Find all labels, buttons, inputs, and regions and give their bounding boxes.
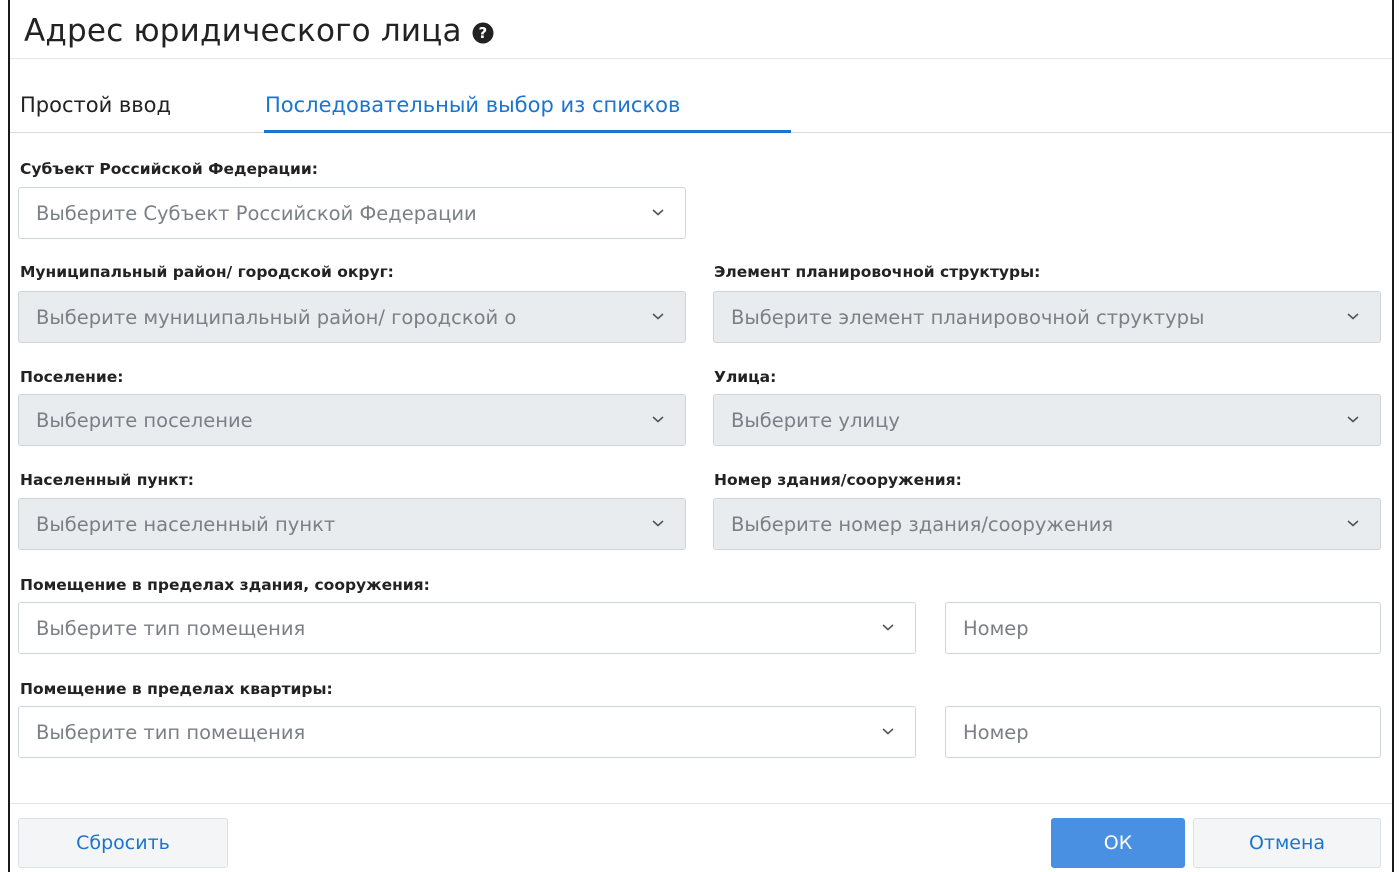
locality-select[interactable]: Выберите населенный пункт: [18, 498, 686, 550]
tab-simple-input[interactable]: Простой ввод: [20, 80, 171, 133]
settlement-label: Поселение:: [20, 368, 124, 386]
question-circle-icon[interactable]: ?: [472, 22, 494, 44]
locality-select-placeholder: Выберите населенный пункт: [36, 512, 336, 536]
active-tab-indicator: [264, 130, 791, 133]
planning-select-placeholder: Выберите элемент планировочной структуры: [731, 305, 1205, 329]
room-building-type-select[interactable]: Выберите тип помещения: [18, 602, 916, 654]
chevron-down-icon: [1347, 416, 1359, 423]
subject-select-placeholder: Выберите Субъект Российской Федерации: [36, 201, 477, 225]
building-select[interactable]: Выберите номер здания/сооружения: [713, 498, 1381, 550]
ok-button[interactable]: ОК: [1051, 818, 1185, 868]
room-building-type-placeholder: Выберите тип помещения: [36, 616, 306, 640]
building-label: Номер здания/сооружения:: [714, 471, 962, 489]
chevron-down-icon: [882, 728, 894, 735]
reset-button[interactable]: Сбросить: [18, 818, 228, 868]
street-select[interactable]: Выберите улицу: [713, 394, 1381, 446]
municipal-select-placeholder: Выберите муниципальный район/ городской …: [36, 305, 517, 329]
chevron-down-icon: [882, 624, 894, 631]
svg-text:?: ?: [478, 24, 487, 42]
chevron-down-icon: [652, 416, 664, 423]
chevron-down-icon: [1347, 313, 1359, 320]
room-building-number-input[interactable]: [945, 602, 1381, 654]
subject-label: Субъект Российской Федерации:: [20, 160, 318, 178]
footer-divider: [10, 803, 1392, 804]
cancel-button[interactable]: Отмена: [1193, 818, 1381, 868]
tab-sequential-selection[interactable]: Последовательный выбор из списков: [265, 80, 680, 133]
dialog-title: Адрес юридического лица: [24, 13, 462, 49]
chevron-down-icon: [652, 209, 664, 216]
room-apartment-type-placeholder: Выберите тип помещения: [36, 720, 306, 744]
address-dialog: Адрес юридического лица ? Простой ввод П…: [8, 0, 1394, 872]
building-select-placeholder: Выберите номер здания/сооружения: [731, 512, 1114, 536]
street-select-placeholder: Выберите улицу: [731, 408, 900, 432]
room-apartment-label: Помещение в пределах квартиры:: [20, 680, 333, 698]
dialog-header: Адрес юридического лица ?: [24, 6, 494, 56]
settlement-select-placeholder: Выберите поселение: [36, 408, 253, 432]
street-label: Улица:: [714, 368, 777, 386]
planning-select[interactable]: Выберите элемент планировочной структуры: [713, 291, 1381, 343]
chevron-down-icon: [652, 313, 664, 320]
locality-label: Населенный пункт:: [20, 471, 194, 489]
subject-select[interactable]: Выберите Субъект Российской Федерации: [18, 187, 686, 239]
room-building-label: Помещение в пределах здания, сооружения:: [20, 576, 430, 594]
municipal-select[interactable]: Выберите муниципальный район/ городской …: [18, 291, 686, 343]
chevron-down-icon: [1347, 520, 1359, 527]
chevron-down-icon: [652, 520, 664, 527]
settlement-select[interactable]: Выберите поселение: [18, 394, 686, 446]
room-apartment-type-select[interactable]: Выберите тип помещения: [18, 706, 916, 758]
planning-label: Элемент планировочной структуры:: [714, 263, 1041, 281]
municipal-label: Муниципальный район/ городской округ:: [20, 263, 394, 281]
tab-bar: Простой ввод Последовательный выбор из с…: [10, 80, 1392, 133]
title-divider: [10, 58, 1392, 59]
room-apartment-number-input[interactable]: [945, 706, 1381, 758]
